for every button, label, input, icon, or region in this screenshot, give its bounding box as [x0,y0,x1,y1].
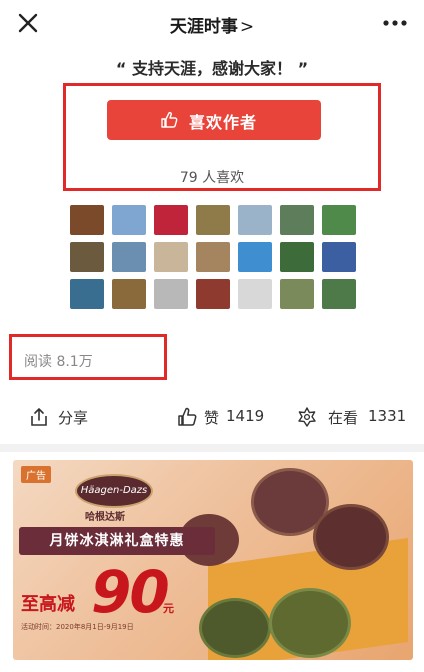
liker-avatars [70,205,360,309]
account-title-link[interactable]: 天涯时事 > [0,12,424,37]
liker-avatar[interactable] [154,242,188,272]
sparkle-flower-icon [298,407,316,427]
liker-avatar[interactable] [154,205,188,235]
ad-tag: 广告 [21,466,51,483]
more-button[interactable] [380,10,410,36]
like-label: 赞 [204,409,220,427]
liker-avatar[interactable] [154,279,188,309]
liker-avatar[interactable] [280,242,314,272]
like-author-button[interactable]: 喜欢作者 [107,100,321,140]
discount-prefix: 至高减 [21,594,75,615]
liker-avatar[interactable] [112,242,146,272]
brand-chinese-name: 哈根达斯 [85,512,125,523]
mooncake-image [313,504,389,570]
more-dots-icon [383,20,407,26]
action-bar: 分享 赞 1419 在看 1331 [0,398,424,438]
liker-avatar[interactable] [280,205,314,235]
liker-avatar[interactable] [70,242,104,272]
discount-unit: 元 [163,602,174,615]
brand-logo: Häagen-Dazs [75,474,153,508]
discount-value: 90 [91,558,170,626]
liker-avatar[interactable] [196,242,230,272]
article-quote: “ 支持天涯，感谢大家！ ” [115,59,309,78]
liker-avatar[interactable] [322,279,356,309]
share-button[interactable]: 分享 [28,406,98,430]
watching-button[interactable]: 在看 1331 [296,406,412,430]
liker-avatar[interactable] [238,279,272,309]
like-count: 79 人喜欢 [179,170,245,186]
liker-avatar[interactable] [196,205,230,235]
like-button[interactable]: 赞 1419 [176,406,272,430]
liker-avatar[interactable] [322,205,356,235]
account-title: 天涯时事 [169,17,238,37]
liker-avatar[interactable] [238,205,272,235]
ad-headline: 月饼冰淇淋礼盒特惠 [19,527,215,555]
liker-avatar[interactable] [70,205,104,235]
mooncake-image [199,598,271,658]
mooncake-image [269,588,351,658]
read-count: 阅读 8.1万 [24,354,93,370]
liker-avatar[interactable] [238,242,272,272]
share-label: 分享 [58,409,89,427]
advertisement-banner[interactable]: 广告 Häagen-Dazs 哈根达斯 月饼冰淇淋礼盒特惠 至高减 90 元 活… [13,460,413,660]
watching-label: 在看 [328,409,359,427]
liker-avatar[interactable] [70,279,104,309]
watching-count: 1331 [368,407,407,425]
thumb-up-icon [161,111,178,128]
like-author-label: 喜欢作者 [189,113,258,132]
ad-date: 活动时间：2020年8月1日-9月19日 [21,623,134,631]
liker-avatar[interactable] [322,242,356,272]
liker-avatar[interactable] [280,279,314,309]
like-count-number: 1419 [226,407,265,425]
liker-avatar[interactable] [112,205,146,235]
liker-avatar[interactable] [112,279,146,309]
share-icon [31,408,47,426]
chevron-right-icon: > [239,17,255,37]
section-divider [0,444,424,452]
top-bar: 天涯时事 > [0,0,424,46]
liker-avatar[interactable] [196,279,230,309]
thumb-up-icon [178,407,197,426]
